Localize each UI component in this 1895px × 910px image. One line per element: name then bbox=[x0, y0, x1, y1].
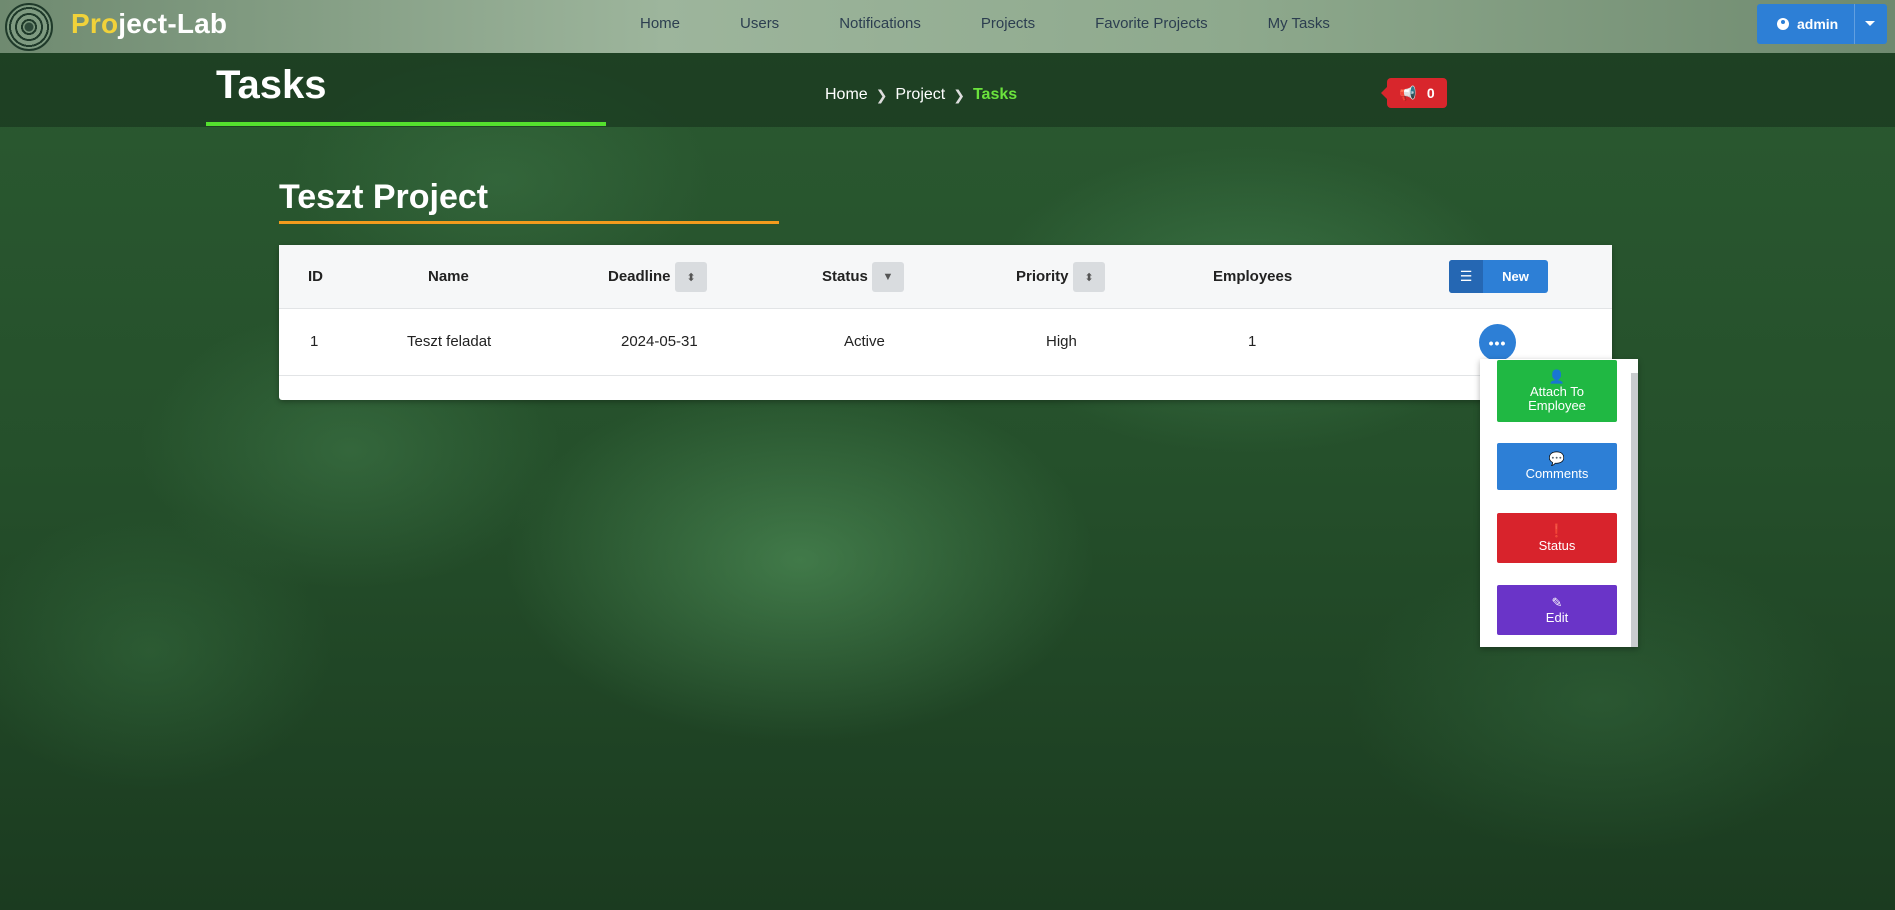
cell-name: Teszt feladat bbox=[407, 333, 492, 350]
dropdown-separator bbox=[1854, 4, 1855, 44]
notification-badge[interactable]: 📢 0 bbox=[1381, 78, 1447, 108]
attach-employee-button[interactable]: 👤 Attach To Employee bbox=[1497, 360, 1617, 422]
title-underline bbox=[206, 122, 606, 126]
cell-status: Active bbox=[844, 333, 885, 350]
cell-priority: High bbox=[1046, 333, 1077, 350]
row-actions-menu: 👤 Attach To Employee 💬 Comments ❗ Status… bbox=[1480, 359, 1638, 647]
column-name: Name bbox=[428, 268, 469, 285]
brand-name[interactable]: Project-Lab bbox=[71, 8, 227, 40]
megaphone-icon: 📢 bbox=[1399, 84, 1417, 101]
table-row: 1 Teszt feladat 2024-05-31 Active High 1… bbox=[279, 308, 1612, 376]
sort-icon: ⬍ bbox=[1084, 271, 1094, 284]
sort-icon: ⬍ bbox=[686, 271, 696, 284]
breadcrumb-current: Tasks bbox=[972, 86, 1018, 103]
chevron-right-icon: ❯ bbox=[953, 86, 965, 103]
breadcrumb-home[interactable]: Home bbox=[825, 86, 868, 104]
attach-label-line2: Employee bbox=[1528, 397, 1586, 413]
column-employees: Employees bbox=[1213, 268, 1293, 285]
new-button-label: New bbox=[1502, 269, 1529, 284]
breadcrumb-project[interactable]: Project bbox=[895, 86, 945, 104]
brand-suffix: ject-Lab bbox=[118, 8, 228, 39]
breadcrumb: Home ❯ Project ❯ Tasks bbox=[825, 86, 1017, 104]
row-actions-button[interactable]: ••• bbox=[1479, 324, 1516, 361]
tasks-table: ID Name Deadline ⬍ Status ▼ Priority ⬍ E… bbox=[279, 245, 1612, 400]
nav-users[interactable]: Users bbox=[740, 15, 779, 32]
menu-scrollbar[interactable] bbox=[1631, 373, 1638, 647]
nav-notifications[interactable]: Notifications bbox=[839, 15, 921, 32]
nav-home[interactable]: Home bbox=[640, 15, 680, 32]
column-id: ID bbox=[308, 268, 323, 285]
user-menu-button[interactable]: admin bbox=[1757, 4, 1887, 44]
nav-projects[interactable]: Projects bbox=[981, 15, 1035, 32]
list-check-icon: ☰ bbox=[1449, 260, 1483, 293]
comments-icon: 💬 bbox=[1548, 451, 1566, 466]
filter-status-button[interactable]: ▼ bbox=[872, 262, 904, 292]
page-title: Tasks bbox=[216, 63, 327, 107]
ellipsis-icon: ••• bbox=[1488, 334, 1507, 351]
filter-icon: ▼ bbox=[882, 271, 894, 283]
sort-deadline-button[interactable]: ⬍ bbox=[675, 262, 707, 292]
status-button[interactable]: ❗ Status bbox=[1497, 513, 1617, 563]
logo-icon[interactable] bbox=[5, 3, 53, 51]
user-circle-icon bbox=[1777, 18, 1789, 30]
chevron-right-icon: ❯ bbox=[875, 86, 888, 103]
comments-button[interactable]: 💬 Comments bbox=[1497, 443, 1617, 490]
project-underline bbox=[279, 221, 779, 224]
column-priority: Priority bbox=[1016, 268, 1069, 285]
user-icon: 👤 bbox=[1548, 368, 1566, 384]
brand-prefix: Pro bbox=[71, 8, 119, 39]
column-status: Status bbox=[822, 268, 868, 285]
nav-favorite-projects[interactable]: Favorite Projects bbox=[1095, 15, 1208, 32]
status-label: Status bbox=[1538, 537, 1576, 553]
cell-deadline: 2024-05-31 bbox=[621, 333, 698, 350]
cell-employees: 1 bbox=[1248, 333, 1257, 350]
new-task-button[interactable]: ☰ New bbox=[1449, 260, 1548, 293]
column-deadline: Deadline bbox=[608, 268, 671, 285]
user-name: admin bbox=[1797, 16, 1839, 32]
edit-button[interactable]: ✎ Edit bbox=[1497, 585, 1617, 635]
comments-label: Comments bbox=[1525, 466, 1589, 481]
notification-count: 0 bbox=[1426, 85, 1435, 101]
sort-priority-button[interactable]: ⬍ bbox=[1073, 262, 1105, 292]
nav-links: Home Users Notifications Projects Favori… bbox=[640, 0, 1390, 47]
project-title: Teszt Project bbox=[279, 178, 489, 216]
exclamation-icon: ❗ bbox=[1548, 522, 1566, 538]
caret-down-icon[interactable] bbox=[1865, 21, 1875, 26]
top-navbar: Project-Lab Home Users Notifications Pro… bbox=[0, 0, 1895, 53]
cell-id: 1 bbox=[310, 333, 319, 350]
attach-label-line1: Attach To bbox=[1530, 383, 1584, 399]
edit-label: Edit bbox=[1545, 609, 1569, 625]
table-header: ID Name Deadline ⬍ Status ▼ Priority ⬍ E… bbox=[279, 245, 1612, 309]
edit-icon: ✎ bbox=[1551, 594, 1563, 610]
nav-my-tasks[interactable]: My Tasks bbox=[1268, 15, 1330, 32]
